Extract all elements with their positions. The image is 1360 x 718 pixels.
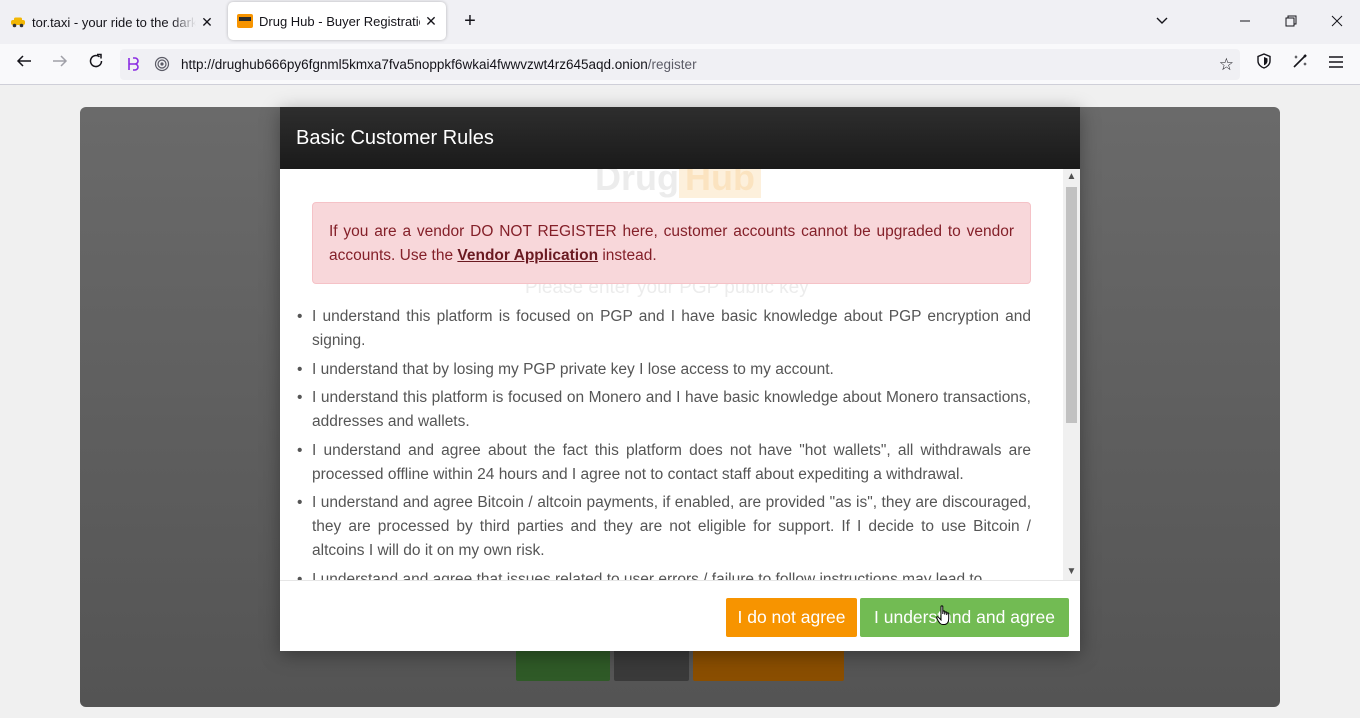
navigation-toolbar: http://drughub666py6fgnml5kmxa7fva5noppk… bbox=[0, 44, 1360, 85]
tab-title: Drug Hub - Buyer Registration bbox=[259, 13, 420, 29]
scrollbar-thumb[interactable] bbox=[1066, 187, 1077, 423]
rule-item: I understand this platform is focused on… bbox=[297, 305, 1031, 353]
page-viewport: Basic Customer Rules Drug Hub Please ente… bbox=[0, 85, 1360, 718]
tab-title: tor.taxi - your ride to the darknet bbox=[32, 14, 196, 30]
modal-footer: I do not agree I understand and agree bbox=[280, 580, 1080, 651]
reload-icon[interactable] bbox=[84, 52, 108, 76]
url-domain: http://drughub666py6fgnml5kmxa7fva5noppk… bbox=[181, 57, 648, 72]
restore-icon[interactable] bbox=[1279, 10, 1303, 34]
rule-item: I understand this platform is focused on… bbox=[297, 386, 1031, 434]
scroll-up-icon[interactable]: ▲ bbox=[1063, 169, 1080, 185]
rule-item: I understand and agree about the fact th… bbox=[297, 439, 1031, 487]
tab-tortaxi[interactable]: tor.taxi - your ride to the darknet ✕ bbox=[0, 0, 222, 44]
logo-part-hub: Hub bbox=[679, 169, 761, 198]
hand-cursor-icon bbox=[936, 605, 952, 627]
onion-icon[interactable] bbox=[153, 56, 171, 74]
address-bar[interactable]: http://drughub666py6fgnml5kmxa7fva5noppk… bbox=[120, 49, 1240, 80]
browser-tab-bar: tor.taxi - your ride to the darknet ✕ Dr… bbox=[0, 0, 1360, 44]
rule-item: I understand and agree that issues relat… bbox=[297, 568, 1031, 581]
tor-circuit-icon[interactable] bbox=[125, 56, 143, 74]
alert-text-after: instead. bbox=[598, 247, 657, 264]
modal-scrollbar[interactable]: ▲ ▼ bbox=[1063, 169, 1080, 580]
scroll-down-icon[interactable]: ▼ bbox=[1063, 564, 1080, 580]
agree-button[interactable]: I understand and agree bbox=[860, 598, 1069, 637]
taxi-icon bbox=[10, 14, 26, 30]
vendor-application-link[interactable]: Vendor Application bbox=[457, 247, 598, 264]
logo-part-drug: Drug bbox=[595, 169, 679, 198]
list-all-tabs-icon[interactable] bbox=[1150, 10, 1174, 34]
rule-item: I understand and agree Bitcoin / altcoin… bbox=[297, 491, 1031, 563]
tab-drughub[interactable]: Drug Hub - Buyer Registration ✕ bbox=[228, 2, 446, 40]
new-identity-icon[interactable] bbox=[1288, 52, 1312, 76]
disagree-button[interactable]: I do not agree bbox=[726, 598, 857, 637]
forward-icon[interactable] bbox=[48, 52, 72, 76]
close-tab-icon[interactable]: ✕ bbox=[420, 13, 442, 30]
bookmark-star-icon[interactable]: ☆ bbox=[1219, 55, 1234, 75]
shield-icon[interactable] bbox=[1252, 52, 1276, 76]
url-path: /register bbox=[647, 57, 697, 72]
modal-header: Basic Customer Rules bbox=[280, 107, 1080, 169]
rule-item: I understand that by losing my PGP priva… bbox=[297, 358, 1031, 382]
modal-body[interactable]: Drug Hub Please enter your PGP public key… bbox=[280, 169, 1080, 580]
modal-title: Basic Customer Rules bbox=[296, 127, 494, 149]
rules-list: I understand this platform is focused on… bbox=[297, 305, 1031, 581]
url-text: http://drughub666py6fgnml5kmxa7fva5noppk… bbox=[181, 57, 697, 72]
drughub-icon bbox=[237, 13, 253, 29]
vendor-warning-alert: If you are a vendor DO NOT REGISTER here… bbox=[312, 202, 1031, 284]
background-logo: Drug Hub bbox=[595, 169, 761, 199]
alert-text-before: If you are a vendor DO NOT REGISTER here… bbox=[329, 223, 1014, 264]
close-window-icon[interactable] bbox=[1325, 10, 1349, 34]
close-tab-icon[interactable]: ✕ bbox=[196, 14, 218, 31]
menu-icon[interactable] bbox=[1324, 52, 1348, 76]
back-icon[interactable] bbox=[12, 52, 36, 76]
rules-modal: Basic Customer Rules Drug Hub Please ente… bbox=[280, 107, 1080, 651]
new-tab-icon[interactable]: + bbox=[458, 10, 482, 34]
minimize-icon[interactable] bbox=[1233, 10, 1257, 34]
